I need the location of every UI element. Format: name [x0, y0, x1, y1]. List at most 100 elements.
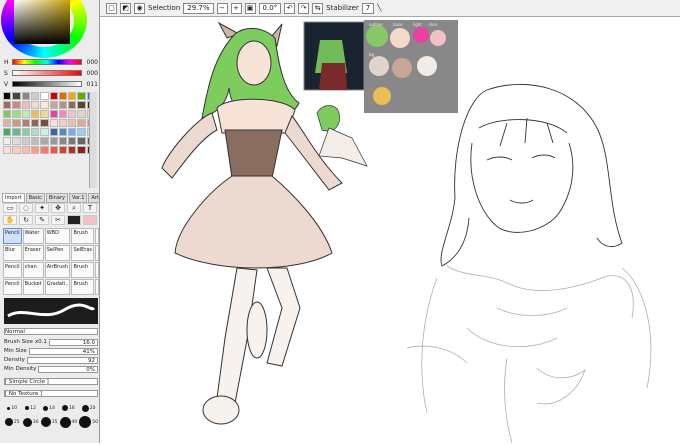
swatch-cell[interactable] [40, 92, 49, 100]
swatch-cell[interactable] [3, 128, 12, 136]
swatch-cell[interactable] [12, 110, 21, 118]
zoom-out-icon[interactable]: − [216, 2, 228, 14]
swatch-cell[interactable] [58, 146, 68, 154]
value-slider[interactable]: V 011 [4, 80, 98, 88]
deselect-icon[interactable]: ▢ [106, 2, 117, 14]
swatch-cell[interactable] [49, 119, 58, 127]
swatch-cell[interactable] [30, 110, 40, 118]
brush-slot[interactable]: AirBrush [44, 262, 71, 278]
swatch-cell[interactable] [21, 110, 30, 118]
swatch-cell[interactable] [12, 128, 21, 136]
brush-slot[interactable] [95, 262, 99, 278]
hue-bar[interactable] [12, 59, 82, 65]
swatch-cell[interactable] [58, 137, 68, 145]
swatch-cell[interactable] [68, 146, 77, 154]
swatch-cell[interactable] [3, 92, 12, 100]
swatch-cell[interactable] [12, 146, 21, 154]
value-bar[interactable] [12, 81, 82, 87]
swatch-cell[interactable] [49, 92, 58, 100]
swatch-cell[interactable] [21, 101, 30, 109]
swatch-cell[interactable] [58, 128, 68, 136]
brush-slot[interactable]: SelPen [44, 245, 71, 261]
rotate-icon[interactable]: ↻ [19, 215, 33, 225]
swatch-cell[interactable] [3, 146, 12, 154]
brush-size-preset[interactable]: 16 [60, 402, 78, 414]
swatch-cell[interactable] [68, 119, 77, 127]
swatch-cell[interactable] [68, 137, 77, 145]
swatch-cell[interactable] [30, 146, 40, 154]
tool-tab-artistic[interactable]: Artistic [88, 193, 99, 203]
brush-slot[interactable]: WBD [44, 228, 71, 244]
tool-tab-var1[interactable]: Var.1 [68, 193, 88, 203]
swatch-cell[interactable] [21, 92, 30, 100]
saturation-slider[interactable]: S 000 [4, 69, 98, 77]
min-density-value[interactable]: 0% [38, 365, 98, 373]
hand-icon[interactable]: ✋ [3, 215, 17, 225]
brush-shape-select[interactable]: [ Simple Circle ] [4, 377, 98, 385]
brush-grid[interactable]: Pencil Water WBD Brush Blur Eraser SelPen SelEr… [3, 228, 99, 295]
rect-select-icon[interactable]: ▭ [3, 203, 17, 213]
swatch-scrollbar[interactable] [89, 92, 97, 188]
brush-size-preset[interactable]: 40 [59, 416, 77, 428]
text-tool-icon[interactable]: T [83, 203, 97, 213]
blend-mode-select[interactable]: Normal [4, 327, 98, 335]
zoom-icon[interactable]: ⌕ [67, 203, 81, 213]
swatch-grid[interactable] [3, 92, 95, 188]
brush-slot[interactable]: Blur [3, 245, 22, 261]
zoom-reset-icon[interactable]: ▣ [244, 2, 256, 14]
primary-color-icon[interactable] [67, 215, 81, 225]
swatch-cell[interactable] [30, 92, 40, 100]
swatch-cell[interactable] [58, 101, 68, 109]
swatch-cell[interactable] [77, 137, 86, 145]
move-icon[interactable]: ✥ [51, 203, 65, 213]
brush-slot[interactable] [95, 228, 99, 244]
swatch-cell[interactable] [3, 101, 12, 109]
swatch-cell[interactable] [12, 101, 21, 109]
brush-shape-row[interactable]: [ Simple Circle ] [4, 377, 98, 385]
min-size-value[interactable]: 41% [28, 347, 98, 355]
brush-slot[interactable] [95, 279, 99, 295]
swatch-cell[interactable] [21, 128, 30, 136]
rotation-field[interactable]: 0.0° [258, 2, 282, 14]
brush-slot[interactable]: Brush [71, 262, 95, 278]
brush-size-preset[interactable]: 25 [4, 416, 20, 428]
brush-size-preset[interactable]: 35 [40, 416, 58, 428]
brush-slot[interactable]: Pencil [3, 228, 22, 244]
tool-tab-binary[interactable]: Binary [45, 193, 68, 203]
swatch-cell[interactable] [68, 101, 77, 109]
brush-size-multiplier[interactable]: x0.1 [35, 339, 47, 345]
blend-mode-row[interactable]: Normal [4, 327, 98, 335]
tool-tabs[interactable]: ImportBasicBinaryVar.1Artistic [2, 193, 99, 203]
swatch-cell[interactable] [40, 119, 49, 127]
brush-slot[interactable]: Bucket [22, 279, 44, 295]
swatch-cell[interactable] [77, 128, 86, 136]
brush-slot[interactable]: Pencil [3, 279, 22, 295]
swatch-cell[interactable] [49, 146, 58, 154]
swatch-cell[interactable] [12, 92, 21, 100]
brush-slot[interactable]: Gradati.. [44, 279, 71, 295]
swatch-cell[interactable] [49, 101, 58, 109]
brush-slot[interactable]: Brush [71, 279, 95, 295]
swatch-cell[interactable] [77, 92, 86, 100]
brush-slot[interactable]: Eraser [22, 245, 44, 261]
brush-size-preset[interactable]: 14 [41, 402, 58, 414]
brush-size-preset[interactable]: 50 [79, 416, 98, 428]
swatch-cell[interactable] [77, 119, 86, 127]
min-size-row[interactable]: Min Size 41% [4, 347, 98, 355]
brush-size-preset[interactable]: 10 [4, 402, 20, 414]
swatch-cell[interactable] [30, 137, 40, 145]
swatch-cell[interactable] [77, 110, 86, 118]
swatch-cell[interactable] [68, 92, 77, 100]
swatch-cell[interactable] [30, 128, 40, 136]
swatch-cell[interactable] [30, 101, 40, 109]
rotate-left-icon[interactable]: ↶ [284, 2, 296, 14]
brush-size-row[interactable]: Brush Size x0.1 16.0 [4, 338, 98, 346]
flip-icon[interactable]: ⇆ [312, 2, 324, 14]
swatch-cell[interactable] [58, 110, 68, 118]
selection-label[interactable]: Selection [148, 4, 180, 12]
brush-slot[interactable]: SelEras [71, 245, 95, 261]
swatch-cell[interactable] [49, 110, 58, 118]
drawing-canvas[interactable]: outline base light skin bg [107, 18, 680, 444]
secondary-color-icon[interactable] [83, 215, 97, 225]
swatch-cell[interactable] [58, 92, 68, 100]
